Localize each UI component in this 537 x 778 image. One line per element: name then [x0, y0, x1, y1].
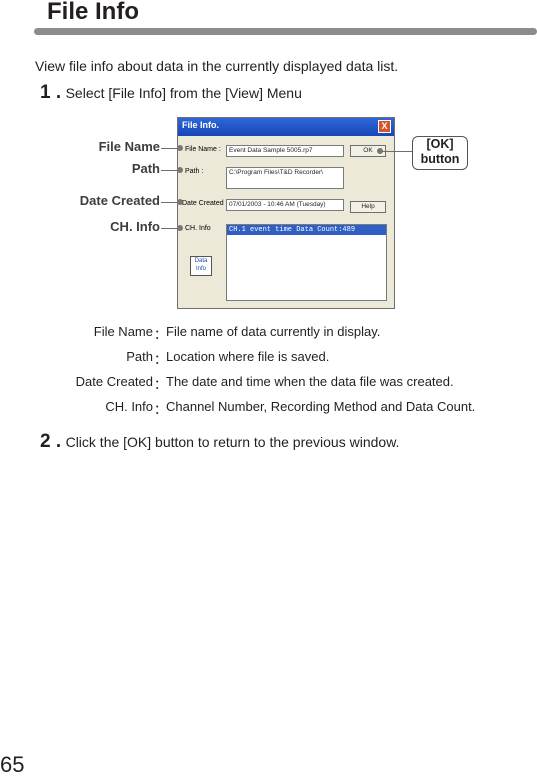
date-created-label: Date Created — [182, 200, 224, 207]
ch-info-row[interactable]: CH.1 event time Data Count:489 — [227, 225, 386, 235]
definition-desc: File name of data currently in display. — [166, 324, 381, 339]
callout-ok-line2: button — [420, 152, 460, 166]
callout-file-name: File Name — [98, 139, 160, 154]
path-field: C:\Program Files\T&D Recorder\ — [226, 167, 344, 189]
data-icon-label: Data — [194, 258, 208, 264]
ch-info-list[interactable]: CH.1 event time Data Count:489 — [226, 224, 387, 301]
leader-dot — [177, 145, 183, 151]
callout-ok-line1: [OK] — [426, 137, 454, 151]
date-created-field: 07/01/2003 - 10:46 AM (Tuesday) — [226, 199, 344, 211]
step-2: 2 . Click the [OK] button to return to t… — [40, 431, 399, 453]
leader-dot — [377, 148, 383, 154]
path-label: Path : — [185, 168, 204, 175]
definition-desc: The date and time when the data file was… — [166, 374, 454, 389]
callout-ch-info: CH. Info — [110, 219, 160, 234]
definition-term: File Name — [93, 324, 153, 339]
callout-ok-button: [OK] button — [412, 136, 468, 170]
step-text: Select [File Info] from the [View] Menu — [65, 85, 302, 101]
leader-dot — [177, 225, 183, 231]
file-name-label: File Name : — [185, 146, 221, 153]
step-number: 1 . — [40, 82, 62, 103]
dialog-title-bar: File Info. X — [178, 118, 394, 136]
data-icon-sublabel: Info — [195, 266, 206, 272]
page-number: 65 — [0, 752, 25, 777]
definition-desc: Channel Number, Recording Method and Dat… — [166, 399, 476, 414]
leader-dot — [177, 167, 183, 173]
file-info-dialog: File Info. X File Name : Event Data Samp… — [177, 117, 395, 309]
dialog-title: File Info. — [182, 120, 219, 130]
title-underline — [34, 28, 537, 35]
definition-term: Path — [126, 349, 153, 364]
step-text: Click the [OK] button to return to the p… — [65, 434, 400, 450]
file-name-field: Event Data Sample 5005.rp7 — [226, 145, 344, 157]
leader-dot — [177, 199, 183, 205]
callout-date-created: Date Created — [79, 193, 160, 208]
help-button[interactable]: Help — [350, 201, 386, 213]
intro-text: View file info about data in the current… — [35, 58, 399, 74]
definition-term: Date Created — [75, 374, 153, 389]
callout-path: Path — [131, 161, 160, 176]
ch-info-label: CH. Info — [185, 225, 211, 232]
page-title: File Info — [47, 0, 139, 25]
leader-line — [380, 151, 412, 152]
step-1: 1 . Select [File Info] from the [View] M… — [40, 82, 302, 104]
step-number: 2 . — [40, 431, 62, 452]
close-icon[interactable]: X — [378, 120, 391, 133]
definition-desc: Location where file is saved. — [166, 349, 330, 364]
data-info-icon: Data Info — [190, 256, 212, 276]
definition-term: CH. Info — [105, 399, 153, 414]
